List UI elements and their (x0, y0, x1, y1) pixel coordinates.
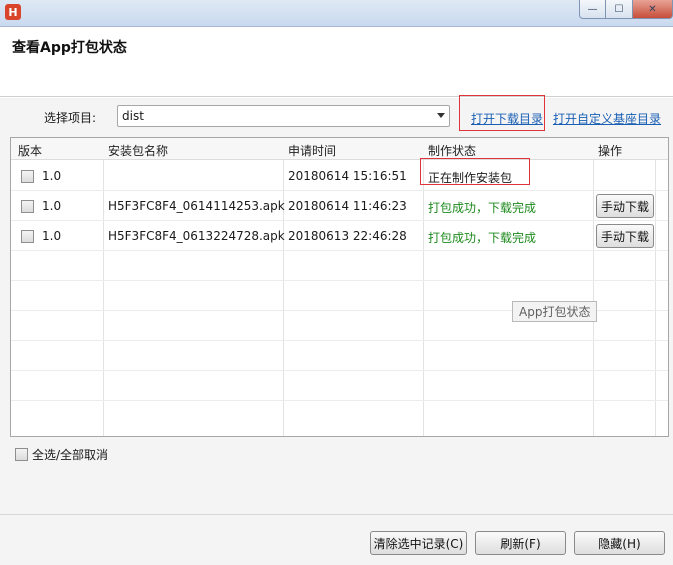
close-button[interactable]: ✕ (633, 0, 673, 19)
manual-download-button[interactable]: 手动下载 (596, 194, 654, 218)
table-row[interactable]: 1.0 20180614 15:16:51 正在制作安装包 (11, 161, 668, 191)
footer-divider (0, 514, 673, 515)
select-all-label: 全选/全部取消 (32, 448, 109, 462)
version-cell: 1.0 (42, 229, 62, 243)
project-label: 选择项目: (44, 111, 97, 125)
window-titlebar: H — ☐ ✕ (0, 0, 673, 27)
window-controls: — ☐ ✕ (579, 0, 673, 19)
version-cell: 1.0 (42, 169, 62, 183)
select-all-checkbox[interactable] (15, 448, 28, 461)
select-all-toggle[interactable]: 全选/全部取消 (15, 446, 108, 463)
manual-download-button[interactable]: 手动下载 (596, 224, 654, 248)
column-header-status[interactable]: 制作状态 (428, 142, 476, 159)
row-checkbox[interactable] (21, 170, 34, 183)
chevron-down-icon (437, 113, 445, 118)
row-checkbox[interactable] (21, 230, 34, 243)
time-cell: 20180613 22:46:28 (288, 229, 407, 243)
time-cell: 20180614 15:16:51 (288, 169, 407, 183)
column-header-time[interactable]: 申请时间 (288, 142, 336, 159)
row-checkbox[interactable] (21, 200, 34, 213)
column-header-version[interactable]: 版本 (18, 142, 42, 159)
open-download-dir-link[interactable]: 打开下载目录 (471, 110, 543, 127)
body-panel: 选择项目: dist 打开下载目录 打开自定义基座目录 版本 安装包名称 申请时… (0, 95, 673, 565)
time-cell: 20180614 11:46:23 (288, 199, 407, 213)
clear-selected-button[interactable]: 清除选中记录(C) (370, 531, 467, 555)
grid-line (11, 340, 668, 341)
minimize-button[interactable]: — (579, 0, 606, 19)
column-header-package[interactable]: 安装包名称 (108, 142, 168, 159)
grid-line (11, 400, 668, 401)
package-cell: H5F3FC8F4_0613224728.apk (108, 229, 285, 243)
open-custom-base-dir-link[interactable]: 打开自定义基座目录 (553, 110, 661, 127)
table-row[interactable]: 1.0 H5F3FC8F4_0613224728.apk 20180613 22… (11, 221, 668, 251)
refresh-button[interactable]: 刷新(F) (475, 531, 566, 555)
status-cell: 打包成功，下载完成 (428, 201, 537, 215)
grid-line (11, 370, 668, 371)
hide-button[interactable]: 隐藏(H) (574, 531, 665, 555)
grid-line (11, 280, 668, 281)
package-cell: H5F3FC8F4_0614114253.apk (108, 199, 285, 213)
project-select[interactable]: dist (117, 105, 450, 127)
table-header: 版本 安装包名称 申请时间 制作状态 操作 (11, 138, 668, 160)
tooltip: App打包状态 (512, 301, 598, 322)
hbuilder-logo-icon: H (5, 4, 21, 20)
version-cell: 1.0 (42, 199, 62, 213)
column-header-action[interactable]: 操作 (598, 142, 622, 159)
package-status-table: 版本 安装包名称 申请时间 制作状态 操作 1.0 20180614 15:16… (10, 137, 669, 437)
maximize-button[interactable]: ☐ (606, 0, 633, 19)
table-row[interactable]: 1.0 H5F3FC8F4_0614114253.apk 20180614 11… (11, 191, 668, 221)
project-select-value: dist (122, 109, 144, 123)
header-panel: 查看App打包状态 (0, 27, 673, 97)
page-title: 查看App打包状态 (12, 40, 127, 56)
status-cell: 打包成功，下载完成 (428, 231, 537, 245)
status-cell: 正在制作安装包 (428, 171, 513, 185)
